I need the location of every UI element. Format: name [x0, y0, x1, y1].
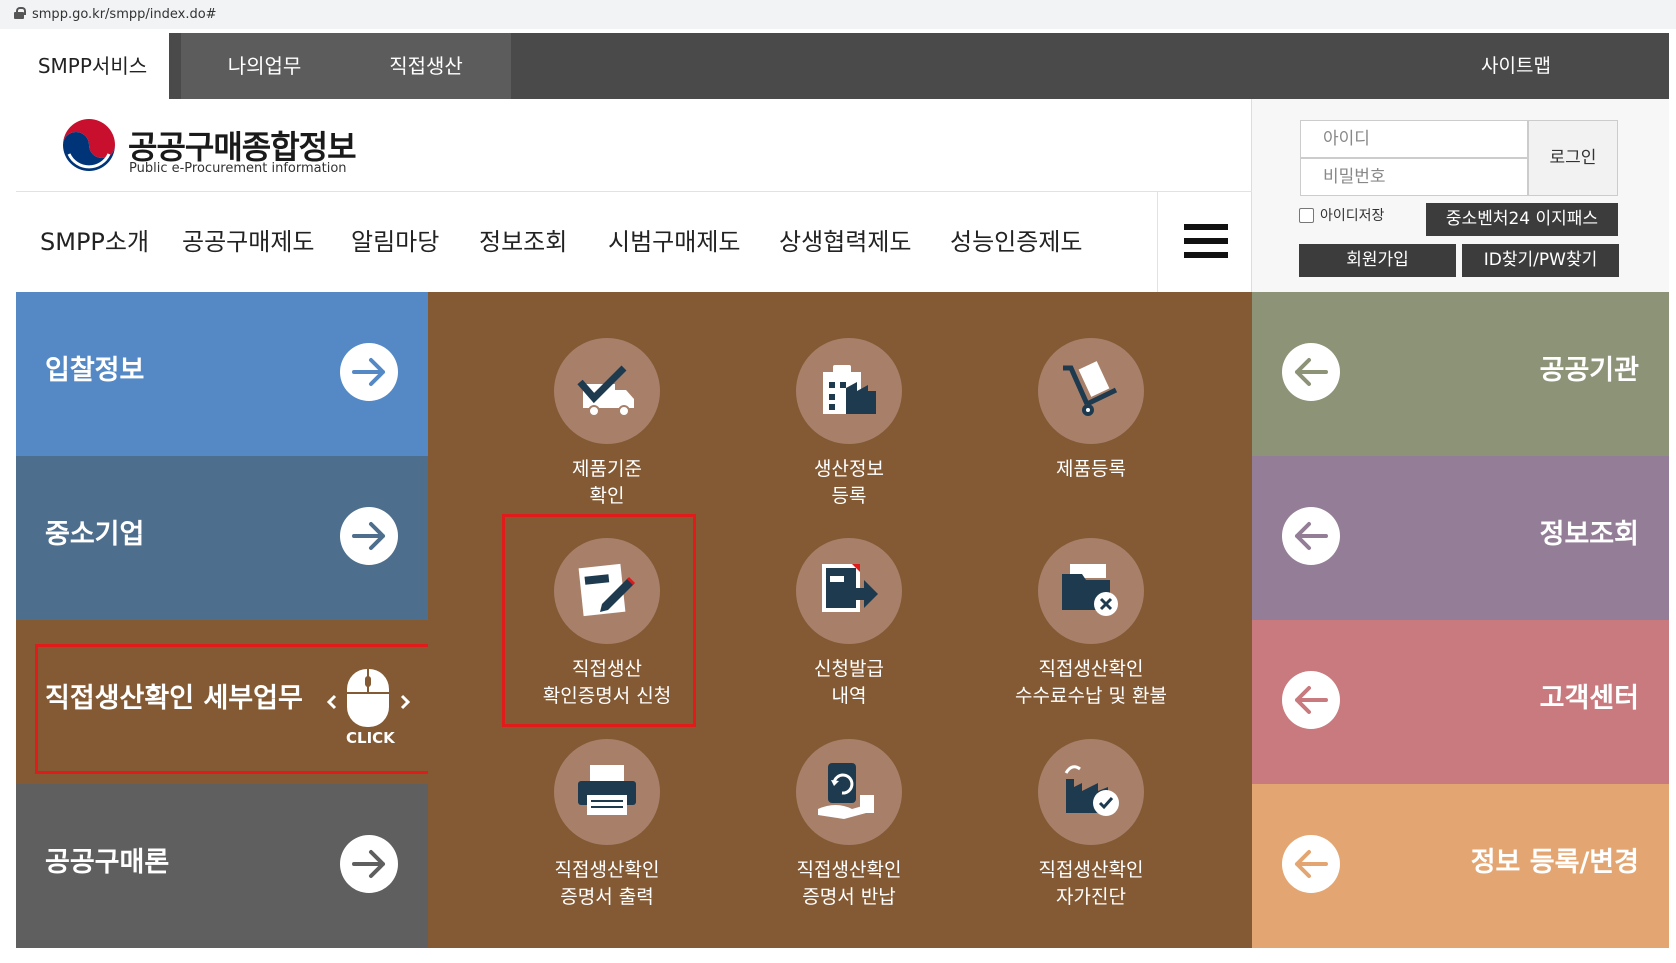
menu-smpp-intro[interactable]: SMPP소개: [40, 192, 149, 292]
document-arrow-icon: [796, 538, 902, 644]
tile-bid-info[interactable]: 입찰정보: [16, 292, 428, 456]
logo-subtitle: Public e-Procurement information: [129, 161, 347, 176]
arrow-left-icon[interactable]: [1282, 507, 1340, 565]
password-input[interactable]: 비밀번호: [1300, 158, 1528, 196]
logo[interactable]: 공공구매종합정보 Public e-Procurement informatio…: [60, 116, 360, 186]
tile-label: 공공기관: [1539, 355, 1639, 386]
tile-label: 정보 등록/변경: [1470, 847, 1639, 878]
service-label-2: 등록: [831, 485, 867, 507]
menu-cooperation[interactable]: 상생협력제도: [779, 192, 911, 292]
menu-public-procurement[interactable]: 공공구매제도: [182, 192, 314, 292]
service-label-2: 증명서 반납: [802, 886, 896, 908]
service-label-1: 생산정보: [814, 458, 884, 480]
service-label-1: 직접생산확인: [1038, 658, 1144, 680]
menu-pilot-purchase[interactable]: 시범구매제도: [608, 192, 740, 292]
tab-smpp-service[interactable]: SMPP서비스: [16, 33, 169, 99]
arrow-left-icon[interactable]: [1282, 835, 1340, 893]
join-button[interactable]: 회원가입: [1299, 244, 1456, 277]
menu-separator: [1157, 192, 1158, 292]
tile-public-institution[interactable]: 공공기관: [1252, 292, 1669, 456]
login-panel: 아이디 비밀번호 로그인 아이디저장 중소벤처24 이지패스 회원가입 ID찾기…: [1252, 99, 1669, 292]
top-nav: SMPP서비스 나의업무 직접생산 사이트맵: [16, 33, 1669, 99]
highlight-box: [35, 644, 442, 774]
service-label-2: 내역: [831, 685, 867, 707]
tile-label: 중소기업: [45, 519, 145, 550]
service-label-1: 직접생산확인: [796, 859, 902, 881]
checkbox-icon[interactable]: [1299, 208, 1314, 223]
save-id-checkbox[interactable]: 아이디저장: [1299, 205, 1384, 225]
tile-info-search[interactable]: 정보조회: [1252, 456, 1669, 620]
arrow-right-icon[interactable]: [340, 835, 398, 893]
folder-cancel-icon: [1038, 538, 1144, 644]
service-label-2: 자가진단: [1056, 886, 1126, 908]
tile-customer-center[interactable]: 고객센터: [1252, 620, 1669, 784]
menu-info-search[interactable]: 정보조회: [479, 192, 567, 292]
government-emblem-icon: [61, 119, 117, 175]
url-text: smpp.go.kr/smpp/index.do#: [32, 7, 217, 22]
tile-label: 공공구매론: [45, 847, 170, 878]
service-label-2: 증명서 출력: [560, 886, 654, 908]
service-label-2: 확인: [589, 485, 625, 507]
service-label-1: 제품기준: [572, 458, 642, 480]
hand-truck-icon: [1038, 338, 1144, 444]
tile-sme[interactable]: 중소기업: [16, 456, 428, 620]
printer-icon: [554, 739, 660, 845]
save-id-label: 아이디저장: [1320, 208, 1385, 224]
tile-label: 입찰정보: [45, 355, 145, 386]
address-bar[interactable]: smpp.go.kr/smpp/index.do#: [0, 0, 1676, 29]
login-button[interactable]: 로그인: [1528, 120, 1618, 196]
menu-notice[interactable]: 알림마당: [351, 192, 439, 292]
sitemap-link[interactable]: 사이트맵: [1446, 33, 1586, 99]
lock-icon: [14, 7, 26, 19]
arrow-left-icon[interactable]: [1282, 343, 1340, 401]
service-label-2: 수수료수납 및 환불: [1015, 685, 1167, 707]
arrow-right-icon[interactable]: [340, 507, 398, 565]
service-label-1: 직접생산확인: [1038, 859, 1144, 881]
hamburger-menu-icon[interactable]: [1184, 224, 1228, 258]
tab-my-work[interactable]: 나의업무: [192, 33, 337, 99]
tile-procurement-theory[interactable]: 공공구매론: [16, 784, 428, 948]
truck-check-icon: [554, 338, 660, 444]
site-header: 공공구매종합정보 Public e-Procurement informatio…: [16, 99, 1252, 292]
service-label-1: 직접생산확인: [554, 859, 660, 881]
arrow-right-icon[interactable]: [340, 343, 398, 401]
menu-performance-cert[interactable]: 성능인증제도: [950, 192, 1082, 292]
service-label-1: 제품등록: [1056, 458, 1126, 480]
easypass-button[interactable]: 중소벤처24 이지패스: [1426, 203, 1618, 236]
tab-direct-production[interactable]: 직접생산: [351, 33, 501, 99]
arrow-left-icon[interactable]: [1282, 671, 1340, 729]
return-document-icon: [796, 739, 902, 845]
highlight-box: [502, 514, 696, 727]
tile-label: 고객센터: [1539, 683, 1639, 714]
main-menu: SMPP소개 공공구매제도 알림마당 정보조회 시범구매제도 상생협력제도 성능…: [16, 192, 1252, 292]
factory-check-icon: [1038, 739, 1144, 845]
service-label-1: 신청발급: [814, 658, 884, 680]
find-id-pw-button[interactable]: ID찾기/PW찾기: [1462, 244, 1619, 277]
id-input[interactable]: 아이디: [1300, 120, 1528, 158]
tile-info-registration[interactable]: 정보 등록/변경: [1252, 784, 1669, 948]
building-clipboard-icon: [796, 338, 902, 444]
tile-label: 정보조회: [1539, 519, 1639, 550]
